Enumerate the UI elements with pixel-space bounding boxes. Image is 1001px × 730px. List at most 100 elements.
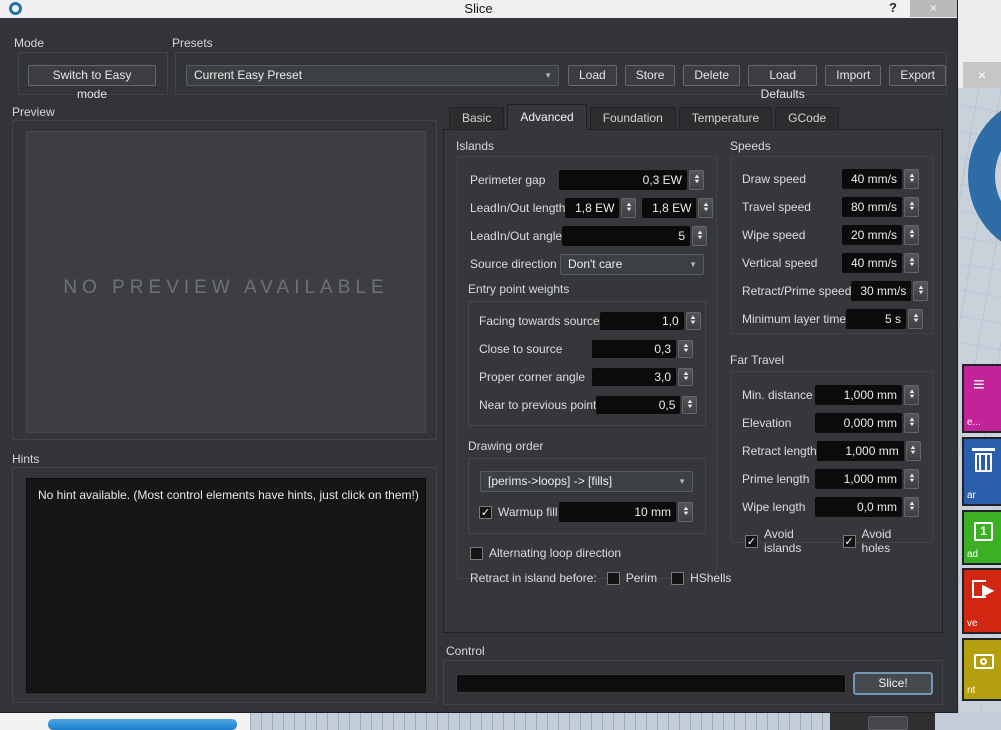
retract-length-spinner[interactable]: ▲▼ — [906, 441, 921, 461]
preset-select[interactable]: Current Easy Preset ▼ — [186, 65, 559, 86]
help-icon[interactable]: ? — [889, 0, 897, 15]
drawing-order-group: [perims->loops] -> [fills] ▼ ✓ Warmup fi… — [468, 458, 706, 534]
min-distance-input[interactable]: 1,000 mm — [815, 385, 902, 405]
load-button[interactable]: Load — [568, 65, 617, 86]
spinner-down-icon[interactable]: ▼ — [908, 423, 916, 428]
titlebar[interactable]: Slice ? × — [0, 0, 957, 18]
minimum-layer-time-input[interactable]: 5 s — [846, 309, 906, 329]
delete-button[interactable]: Delete — [683, 65, 740, 86]
leadinout-length-input-2[interactable]: 1,8 EW — [642, 198, 696, 218]
draw-speed-input[interactable]: 40 mm/s — [842, 169, 902, 189]
slice-button[interactable]: Slice! — [853, 672, 933, 695]
near-previous-point-spinner[interactable]: ▲▼ — [682, 396, 697, 414]
perimeter-gap-spinner[interactable]: ▲▼ — [689, 170, 704, 190]
tab-foundation[interactable]: Foundation — [590, 107, 676, 129]
leadinout-length-spinner-2[interactable]: ▲▼ — [698, 198, 713, 218]
spinner-down-icon[interactable]: ▼ — [908, 395, 916, 400]
elevation-spinner[interactable]: ▲▼ — [904, 413, 919, 433]
spinner-down-icon[interactable]: ▼ — [908, 235, 916, 240]
retract-prime-speed-input[interactable]: 30 mm/s — [851, 281, 911, 301]
elevation-input[interactable]: 0,000 mm — [815, 413, 902, 433]
tab-temperature[interactable]: Temperature — [679, 107, 772, 129]
prime-length-spinner[interactable]: ▲▼ — [904, 469, 919, 489]
spinner-down-icon[interactable]: ▼ — [912, 319, 920, 324]
warmup-fill-spinner[interactable]: ▲▼ — [678, 502, 693, 522]
background-layer-slider[interactable] — [250, 712, 830, 730]
retract-length-input[interactable]: 1,000 mm — [817, 441, 904, 461]
leadinout-length-spinner-1[interactable]: ▲▼ — [621, 198, 636, 218]
travel-speed-spinner[interactable]: ▲▼ — [904, 197, 919, 217]
source-direction-select[interactable]: Don't care ▼ — [560, 254, 704, 275]
entry-point-weights-label: Entry point weights — [468, 282, 704, 296]
save-sidebar-button[interactable]: ▶ ve — [962, 568, 1001, 634]
load-sidebar-button[interactable]: 1 ad — [962, 510, 1001, 565]
draw-speed-spinner[interactable]: ▲▼ — [904, 169, 919, 189]
spinner-down-icon[interactable]: ▼ — [682, 377, 690, 382]
store-button[interactable]: Store — [625, 65, 676, 86]
spinner-down-icon[interactable]: ▼ — [682, 349, 690, 354]
minimum-layer-time-spinner[interactable]: ▲▼ — [908, 309, 923, 329]
facing-towards-source-spinner[interactable]: ▲▼ — [686, 312, 701, 330]
spinner-down-icon[interactable]: ▼ — [696, 236, 704, 241]
proper-corner-angle-input[interactable]: 3,0 — [592, 368, 676, 386]
vertical-speed-spinner[interactable]: ▲▼ — [904, 253, 919, 273]
spinner-down-icon[interactable]: ▼ — [686, 405, 694, 410]
wipe-length-input[interactable]: 0,0 mm — [815, 497, 902, 517]
background-toolbar-button[interactable] — [868, 716, 908, 730]
close-icon[interactable]: × — [910, 0, 957, 17]
retract-prime-speed-spinner[interactable]: ▲▼ — [913, 281, 928, 301]
checkmark-icon: ✓ — [481, 507, 490, 519]
spinner-down-icon[interactable]: ▼ — [908, 207, 916, 212]
switch-easy-mode-button[interactable]: Switch to Easy mode — [28, 65, 156, 86]
drawing-order-select[interactable]: [perims->loops] -> [fills] ▼ — [480, 471, 693, 492]
prime-length-input[interactable]: 1,000 mm — [815, 469, 902, 489]
alternating-loop-checkbox[interactable] — [470, 547, 483, 560]
leadinout-length-input-1[interactable]: 1,8 EW — [565, 198, 619, 218]
spinner-down-icon[interactable]: ▼ — [625, 208, 633, 213]
background-3d-viewport[interactable]: ≡ e... ar 1 ad ▶ ve nt ⚙ ons — [956, 88, 1001, 712]
wipe-length-spinner[interactable]: ▲▼ — [904, 497, 919, 517]
spinner-down-icon[interactable]: ▼ — [689, 321, 697, 326]
spinner-down-icon[interactable]: ▼ — [908, 263, 916, 268]
spinner-down-icon[interactable]: ▼ — [908, 507, 916, 512]
close-to-source-input[interactable]: 0,3 — [592, 340, 676, 358]
travel-speed-input[interactable]: 80 mm/s — [842, 197, 902, 217]
avoid-holes-checkbox[interactable]: ✓ — [843, 535, 856, 548]
spinner-down-icon[interactable]: ▼ — [908, 479, 916, 484]
retract-before-hshells-checkbox[interactable] — [671, 572, 684, 585]
warmup-fill-checkbox[interactable]: ✓ — [479, 506, 492, 519]
avoid-islands-label: Avoid islands — [764, 527, 830, 555]
avoid-islands-checkbox[interactable]: ✓ — [745, 535, 758, 548]
min-distance-spinner[interactable]: ▲▼ — [904, 385, 919, 405]
tab-advanced[interactable]: Advanced — [507, 104, 586, 130]
warmup-fill-input[interactable]: 10 mm — [559, 502, 676, 522]
wipe-speed-input[interactable]: 20 mm/s — [842, 225, 902, 245]
import-button[interactable]: Import — [825, 65, 881, 86]
near-previous-point-input[interactable]: 0,5 — [596, 396, 680, 414]
retract-before-perim-checkbox[interactable] — [607, 572, 620, 585]
spinner-down-icon[interactable]: ▼ — [702, 208, 710, 213]
wipe-speed-spinner[interactable]: ▲▼ — [904, 225, 919, 245]
proper-corner-angle-spinner[interactable]: ▲▼ — [678, 368, 693, 386]
spinner-down-icon[interactable]: ▼ — [908, 179, 916, 184]
load-defaults-button[interactable]: Load Defaults — [748, 65, 817, 86]
background-close-icon[interactable]: × — [963, 62, 1001, 88]
clear-sidebar-button[interactable]: ar — [962, 437, 1001, 506]
tab-basic[interactable]: Basic — [449, 107, 504, 129]
perimeter-gap-input[interactable]: 0,3 EW — [559, 170, 687, 190]
spinner-down-icon[interactable]: ▼ — [917, 291, 925, 296]
spinner-down-icon[interactable]: ▼ — [909, 451, 917, 456]
leadinout-angle-spinner[interactable]: ▲▼ — [692, 226, 707, 246]
spinner-down-icon[interactable]: ▼ — [693, 180, 701, 185]
print-sidebar-button[interactable]: nt — [962, 638, 1001, 701]
avoid-holes-label: Avoid holes — [862, 527, 919, 555]
tab-gcode[interactable]: GCode — [775, 107, 839, 129]
facing-towards-source-input[interactable]: 1,0 — [600, 312, 684, 330]
preview-area: NO PREVIEW AVAILABLE — [26, 131, 426, 433]
close-to-source-spinner[interactable]: ▲▼ — [678, 340, 693, 358]
export-button[interactable]: Export — [889, 65, 946, 86]
leadinout-angle-input[interactable]: 5 — [562, 226, 690, 246]
spinner-down-icon[interactable]: ▼ — [682, 512, 690, 517]
vertical-speed-input[interactable]: 40 mm/s — [842, 253, 902, 273]
slice-sidebar-button[interactable]: ≡ e... — [962, 364, 1001, 433]
